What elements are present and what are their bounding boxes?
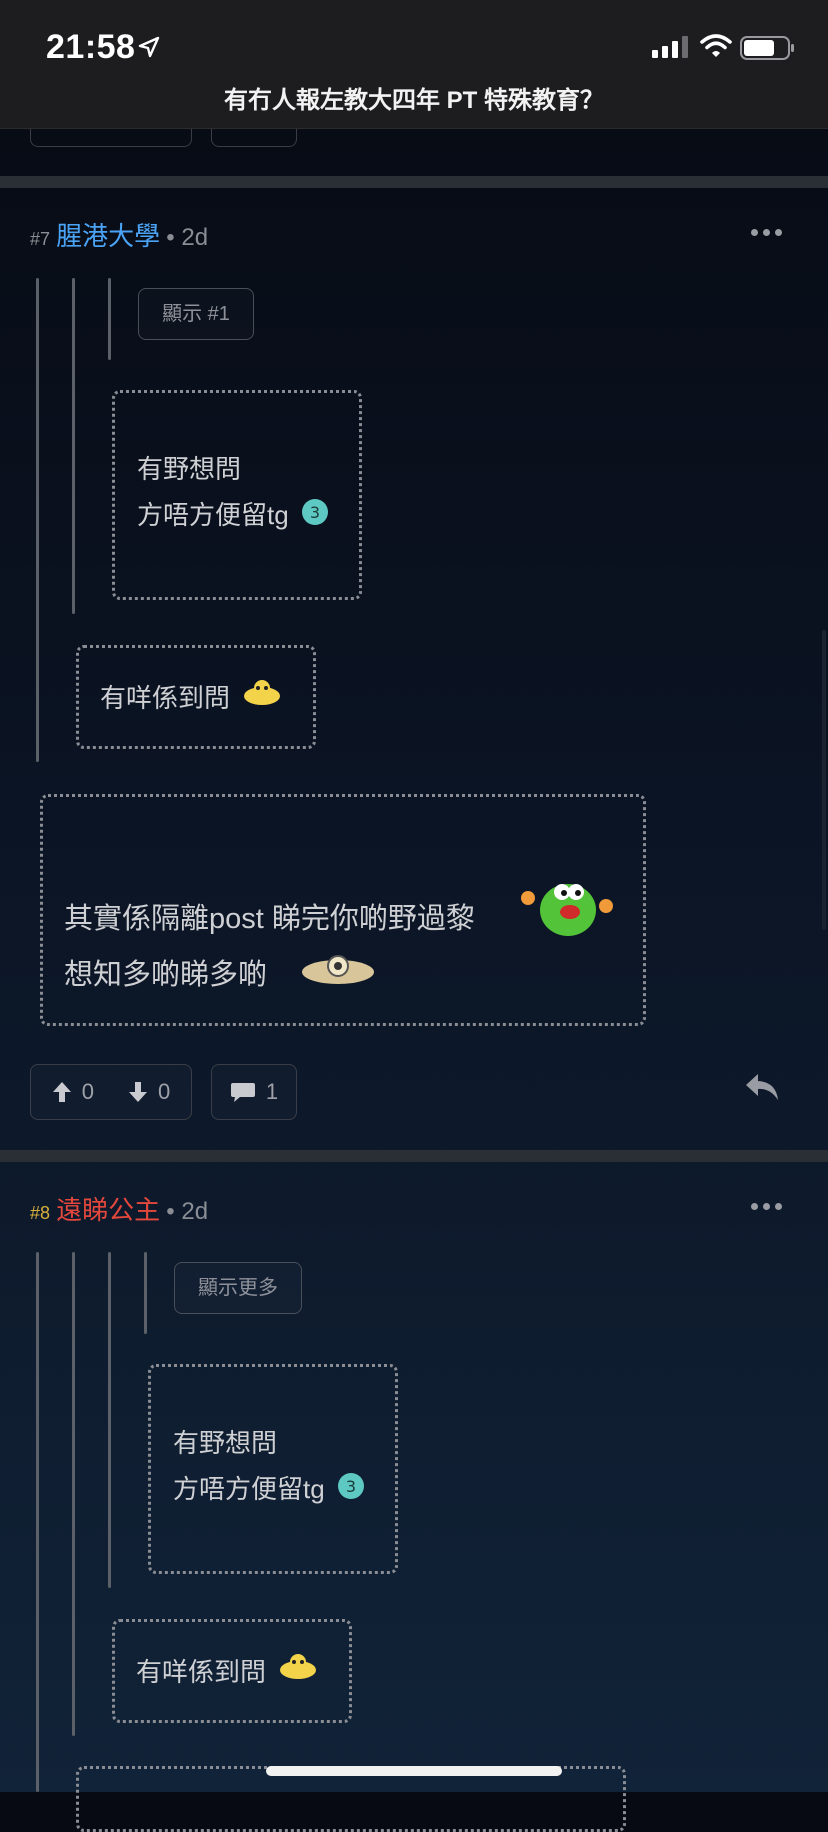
- nested-quote-line-1: 有野想問: [173, 1428, 278, 1458]
- upvote-count: 0: [81, 1079, 94, 1104]
- reply-icon[interactable]: [744, 1072, 780, 1102]
- thread-title: 有冇人報左教大四年 PT 特殊教育？: [223, 87, 604, 114]
- post-separator: [0, 1150, 828, 1162]
- nested-quote-line-2: 方唔方便留tg: [173, 1474, 325, 1504]
- arrow-down-icon[interactable]: [128, 1081, 148, 1103]
- navigation-header: 21:58 有冇人報左教大四年 PT 特殊教育？: [0, 0, 828, 129]
- quoted-reply-text: 有咩係到問: [100, 683, 231, 713]
- post-body-line-2: 想知多啲睇多啲: [64, 959, 268, 991]
- cellular-signal-icon: [652, 36, 688, 58]
- more-dots-icon[interactable]: [751, 1203, 782, 1210]
- battery-icon: [740, 36, 794, 60]
- nested-quote-line-2: 方唔方便留tg: [137, 500, 289, 530]
- vote-buttons: 0 0: [30, 1064, 192, 1120]
- quote-line: [108, 1252, 111, 1588]
- comment-button[interactable]: 1: [211, 1064, 297, 1120]
- emoji-sticker-icon: 3: [302, 499, 328, 525]
- green-bean-sticker-icon: [521, 884, 613, 936]
- arrow-up-icon[interactable]: [52, 1081, 72, 1103]
- sticker-icon: [302, 955, 374, 984]
- post-time: • 2d: [166, 224, 209, 251]
- emoji-sticker-icon: [244, 680, 280, 705]
- quote-line: [36, 1252, 39, 1792]
- show-quote-button[interactable]: 顯示 #1: [138, 288, 254, 340]
- quote-line: [144, 1252, 147, 1334]
- quote-line: [72, 1252, 75, 1736]
- quote-line: [72, 278, 75, 614]
- post-header: #8 遠睇公主 • 2d: [30, 1190, 208, 1227]
- quote-line: [108, 278, 111, 360]
- reply-count: 1: [265, 1079, 279, 1104]
- more-dots-icon[interactable]: [751, 229, 782, 236]
- post-author[interactable]: 腥港大學: [56, 221, 160, 251]
- post-separator: [0, 176, 828, 188]
- comment-icon: [230, 1083, 255, 1102]
- quoted-reply-text: 有咩係到問: [136, 1657, 267, 1687]
- wifi-icon: [700, 34, 732, 57]
- location-arrow-icon: [138, 36, 160, 58]
- emoji-sticker-icon: 3: [338, 1473, 364, 1499]
- show-more-button[interactable]: 顯示更多: [174, 1262, 302, 1314]
- downvote-count: 0: [158, 1079, 171, 1104]
- status-time: 21:58: [46, 28, 136, 66]
- emoji-sticker-icon: [280, 1654, 316, 1679]
- post-number: #7: [30, 229, 51, 249]
- post-header: #7 腥港大學 • 2d: [30, 216, 208, 253]
- post-time: • 2d: [166, 1198, 209, 1225]
- quote-line: [36, 278, 39, 762]
- home-indicator[interactable]: [266, 1766, 562, 1776]
- post-author[interactable]: 遠睇公主: [56, 1195, 160, 1225]
- post-body-line-1: 其實係隔離post 睇完你啲野過黎: [64, 903, 475, 935]
- svg-text:3: 3: [346, 1477, 356, 1496]
- nested-quote-line-1: 有野想問: [137, 454, 242, 484]
- scrollbar[interactable]: [822, 630, 826, 930]
- svg-text:3: 3: [310, 503, 320, 522]
- post-number: #8: [30, 1203, 51, 1223]
